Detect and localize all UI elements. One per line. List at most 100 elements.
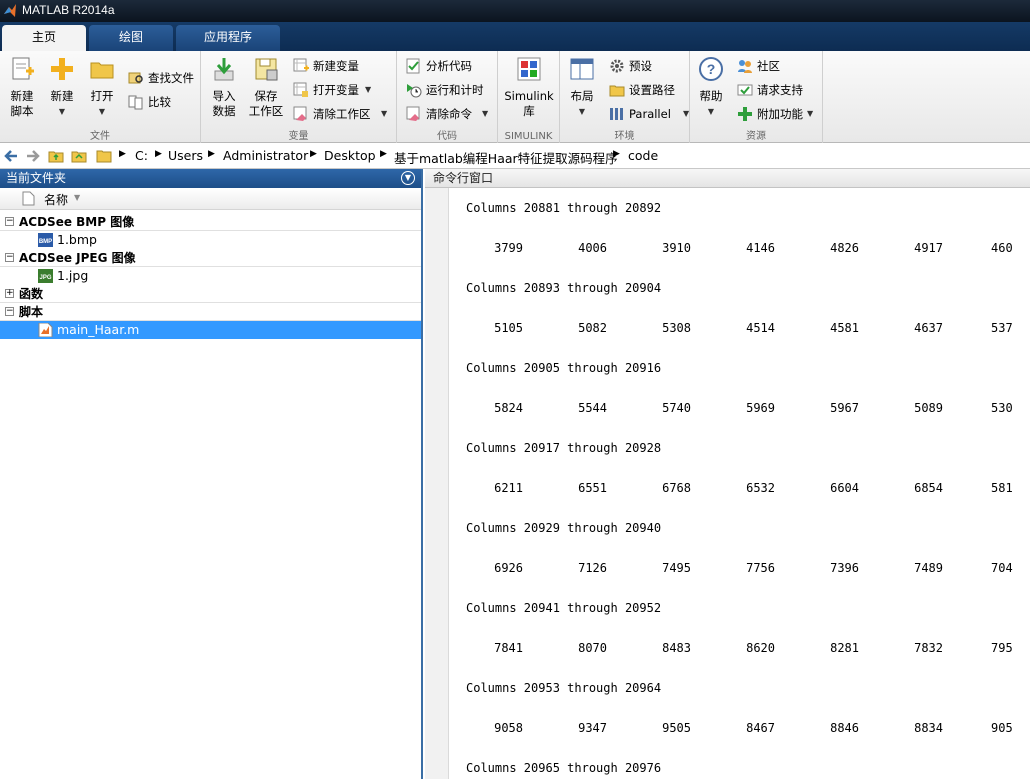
chevron-down-icon: ▼	[707, 107, 715, 116]
output-value: 5740	[662, 401, 691, 415]
save-workspace-button[interactable]: 保存 工作区	[247, 55, 285, 119]
columns-header: Columns 20917 through 20928	[466, 441, 662, 455]
compare-label: 比较	[148, 95, 171, 109]
output-value: 7489	[914, 561, 943, 575]
eraser-icon	[293, 106, 307, 121]
panel-menu-icon[interactable]: ▼	[401, 171, 415, 185]
help-icon: ?	[699, 57, 723, 81]
chevron-down-icon: ▼	[381, 109, 388, 118]
tab-apps[interactable]: 应用程序	[176, 25, 280, 51]
breadcrumb-item[interactable]: Desktop	[324, 148, 376, 163]
breadcrumb-separator-icon: ▶	[208, 149, 215, 159]
open-variable-icon	[293, 82, 308, 97]
group-functions[interactable]: + 函数	[0, 285, 421, 303]
column-name-header[interactable]: 名称	[44, 191, 68, 208]
up-folder-icon[interactable]	[48, 148, 64, 164]
collapse-toggle[interactable]: −	[5, 307, 14, 316]
breadcrumb-separator-icon: ▶	[119, 149, 126, 159]
breadcrumb-item[interactable]: Users	[168, 148, 203, 163]
collapse-toggle[interactable]: −	[5, 217, 14, 226]
output-value: 4514	[746, 321, 775, 335]
output-value: 5544	[578, 401, 607, 415]
columns-header: Columns 20953 through 20964	[466, 681, 662, 695]
analyze-code-label: 分析代码	[426, 59, 472, 73]
community-label: 社区	[757, 59, 780, 73]
browse-folder-icon[interactable]	[71, 148, 87, 164]
breadcrumb-item[interactable]: 基于matlab编程Haar特征提取源码程序	[394, 148, 618, 167]
output-value: 6768	[662, 481, 691, 495]
list-item[interactable]: BMP 1.bmp	[0, 231, 421, 249]
ribbon-section-resources: ? 帮助 ▼ 社区 请求支持 附加功能 ▼ 资源	[690, 51, 823, 143]
title-bar: MATLAB R2014a	[0, 0, 1030, 22]
gear-icon	[610, 59, 624, 73]
current-folder-title: 当前文件夹	[6, 171, 67, 185]
output-value: 5308	[662, 321, 691, 335]
ribbon-section-simulink: Simulink 库 SIMULINK	[498, 51, 560, 143]
new-variable-label: 新建变量	[313, 59, 359, 73]
tab-plots[interactable]: 绘图	[89, 25, 173, 51]
tab-home[interactable]: 主页	[2, 25, 86, 51]
columns-header: Columns 20965 through 20976	[466, 761, 662, 775]
output-value: 8620	[746, 641, 775, 655]
output-value: 8483	[662, 641, 691, 655]
list-item[interactable]: JPG 1.jpg	[0, 267, 421, 285]
sort-arrow-icon[interactable]: ▼	[74, 193, 80, 202]
save-workspace-icon	[255, 58, 278, 81]
layout-button[interactable]: 布局 ▼	[566, 55, 598, 119]
svg-text:?: ?	[707, 61, 716, 77]
output-value: 8467	[746, 721, 775, 735]
output-value: 5824	[494, 401, 523, 415]
analyze-code-icon	[406, 58, 420, 74]
group-bmp[interactable]: − ACDSee BMP 图像	[0, 213, 421, 231]
support-icon	[737, 84, 753, 96]
simulink-library-button[interactable]: Simulink 库	[502, 55, 556, 119]
columns-header: Columns 20941 through 20952	[466, 601, 662, 615]
output-value: 4146	[746, 241, 775, 255]
simulink-library-icon	[517, 57, 541, 81]
preferences-label: 预设	[629, 59, 652, 73]
layout-label: 布局	[570, 89, 594, 103]
output-value: 460	[991, 241, 1013, 255]
layout-icon	[570, 58, 594, 80]
chevron-down-icon: ▼	[98, 107, 106, 116]
output-value: 581	[991, 481, 1013, 495]
expand-toggle[interactable]: +	[5, 289, 14, 298]
file-type-icon	[22, 191, 35, 206]
output-value: 530	[991, 401, 1013, 415]
find-files-icon	[128, 72, 143, 84]
list-item-selected[interactable]: main_Haar.m	[0, 321, 421, 339]
command-window-output[interactable]: Columns 20881 through 20892 3799 4006 3910 4…	[449, 188, 1030, 779]
back-arrow-icon[interactable]	[3, 148, 19, 164]
simulink-label-1: Simulink	[504, 89, 554, 103]
set-path-icon	[609, 85, 625, 97]
group-label: ACDSee BMP 图像	[19, 215, 135, 229]
group-label: 函数	[19, 287, 44, 301]
breadcrumb-item[interactable]: Administrator	[223, 148, 308, 163]
group-jpeg[interactable]: − ACDSee JPEG 图像	[0, 249, 421, 267]
chevron-down-icon: ▼	[58, 107, 66, 116]
breadcrumb-item[interactable]: C:	[135, 148, 148, 163]
ribbon-section-code: 分析代码 运行和计时 清除命令 ▼ 代码	[397, 51, 498, 143]
output-value: 795	[991, 641, 1013, 655]
forward-arrow-icon[interactable]	[25, 148, 41, 164]
new-script-button[interactable]: 新建 脚本	[4, 55, 40, 119]
open-variable-label: 打开变量	[313, 83, 359, 97]
output-value: 6532	[746, 481, 775, 495]
open-button[interactable]: 打开 ▼	[86, 55, 118, 119]
help-button[interactable]: ? 帮助 ▼	[696, 55, 726, 119]
ribbon: 新建 脚本 新建 ▼ 打开 ▼ 查找文件 比较 文件 导入 数据 保存 工作区 …	[0, 51, 1030, 143]
new-label: 新建	[50, 89, 74, 103]
breadcrumb-item[interactable]: code	[628, 148, 658, 163]
compare-icon	[128, 95, 143, 110]
import-data-button[interactable]: 导入 数据	[207, 55, 241, 119]
new-script-icon	[12, 57, 34, 80]
output-value: 6854	[914, 481, 943, 495]
group-label: ACDSee JPEG 图像	[19, 251, 136, 265]
group-scripts[interactable]: − 脚本	[0, 303, 421, 321]
columns-header: Columns 20929 through 20940	[466, 521, 662, 535]
chevron-down-icon: ▼	[807, 109, 814, 118]
section-label-environment: 环境	[614, 131, 635, 142]
collapse-toggle[interactable]: −	[5, 253, 14, 262]
new-script-label-1: 新建	[10, 89, 34, 103]
new-button[interactable]: 新建 ▼	[46, 55, 78, 119]
